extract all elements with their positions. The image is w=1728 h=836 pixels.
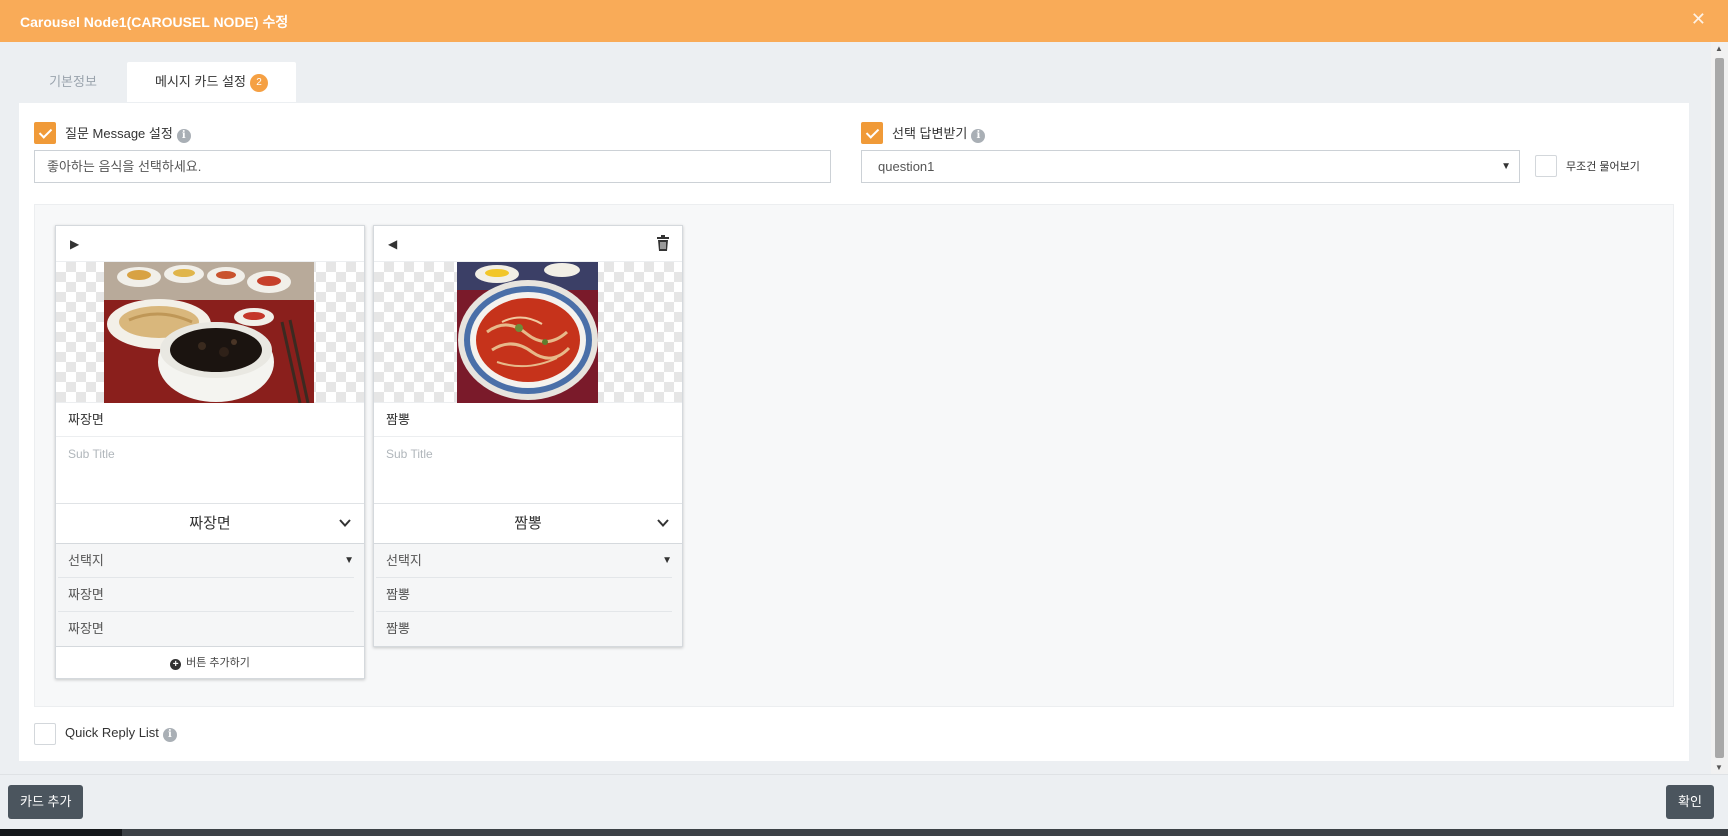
info-icon: i xyxy=(162,728,177,742)
label-text: 선택 답변받기 xyxy=(892,126,968,141)
quick-reply-checkbox[interactable] xyxy=(34,723,56,745)
edit-modal: Carousel Node1(CAROUSEL NODE) 수정 ✕ 기본정보 … xyxy=(0,0,1728,829)
chevron-down-icon xyxy=(657,519,669,527)
card-subtitle-input[interactable]: Sub Title xyxy=(374,437,682,504)
button-header-label: 짜장면 xyxy=(189,515,231,532)
label-text: 질문 Message 설정 xyxy=(65,126,173,141)
background-sidebar xyxy=(0,829,122,836)
button-label-input[interactable]: 짜장면 xyxy=(58,578,354,612)
card-button-list: 선택지 ▼ 짜장면 짜장면 xyxy=(56,544,364,646)
card-button-header[interactable]: 짜장면 xyxy=(56,504,364,544)
card-title[interactable]: 짜장면 xyxy=(56,403,364,437)
row-label: 선택지 xyxy=(68,553,104,568)
card-button-header[interactable]: 짬뽕 xyxy=(374,504,682,544)
scroll-thumb[interactable] xyxy=(1715,58,1724,758)
jjamppong-photo xyxy=(457,262,598,403)
tab-label: 기본정보 xyxy=(49,74,97,89)
input-value: 좋아하는 음식을 선택하세요. xyxy=(47,159,202,174)
button-value-input[interactable]: 짜장면 xyxy=(58,612,354,646)
question-message-checkbox[interactable] xyxy=(34,122,56,144)
move-left-icon[interactable]: ◀ xyxy=(388,237,397,251)
question-message-label: 질문 Message 설정 i xyxy=(65,123,191,143)
choice-answer-label: 선택 답변받기 i xyxy=(892,123,986,143)
button-label-input[interactable]: 짬뽕 xyxy=(376,578,672,612)
card-image-area[interactable] xyxy=(56,262,364,403)
card-subtitle-input[interactable]: Sub Title xyxy=(56,437,364,504)
settings-panel: 질문 Message 설정 i 좋아하는 음식을 선택하세요. 선택 답변받기 i … xyxy=(19,103,1689,761)
vertical-scrollbar[interactable]: ▲ ▼ xyxy=(1711,42,1728,774)
row-label: 선택지 xyxy=(386,553,422,568)
row-label: 짜장면 xyxy=(68,621,104,636)
scroll-down-icon[interactable]: ▼ xyxy=(1715,763,1723,772)
modal-footer xyxy=(0,774,1728,829)
card-title[interactable]: 짬뽕 xyxy=(374,403,682,437)
background-app-strip xyxy=(0,829,1728,836)
confirm-button[interactable]: 확인 xyxy=(1666,785,1714,819)
label-text: Quick Reply List xyxy=(65,725,159,740)
card-header: ◀ xyxy=(374,226,682,262)
trash-icon[interactable] xyxy=(654,234,672,252)
chevron-down-icon xyxy=(339,519,351,527)
button-header-label: 짬뽕 xyxy=(514,515,542,532)
add-button-button[interactable]: + 버튼 추가하기 xyxy=(56,646,364,678)
carousel-card: ◀ 짬뽕 Sub Title 짬뽕 선택지 ▼ 짬뽕 짬뽕 xyxy=(373,225,683,647)
select-value: question1 xyxy=(878,159,935,174)
button-type-select[interactable]: 선택지 ▼ xyxy=(58,544,354,578)
plus-circle-icon: + xyxy=(170,659,182,670)
subtitle-placeholder: Sub Title xyxy=(68,447,115,461)
jjajangmyeon-photo xyxy=(104,262,314,403)
button-type-select[interactable]: 선택지 ▼ xyxy=(376,544,672,578)
modal-titlebar: Carousel Node1(CAROUSEL NODE) 수정 ✕ xyxy=(0,0,1728,42)
question-message-input[interactable]: 좋아하는 음식을 선택하세요. xyxy=(34,150,831,183)
always-ask-label: 무조건 물어보기 xyxy=(1566,161,1640,173)
dropdown-arrow-icon: ▼ xyxy=(344,555,354,566)
add-button-label: 버튼 추가하기 xyxy=(186,657,250,669)
button-value-input[interactable]: 짬뽕 xyxy=(376,612,672,646)
count-badge: 2 xyxy=(249,74,268,92)
tab-message-card-settings[interactable]: 메시지 카드 설정 2 xyxy=(127,62,296,102)
row-label: 짬뽕 xyxy=(386,587,410,602)
close-icon[interactable]: ✕ xyxy=(1691,9,1706,30)
carousel-cards-area: ▶ 짜장면 Sub Title 짜장면 선택지 ▼ 짜장면 짜장면 + 버튼 추… xyxy=(34,204,1674,707)
tab-basic-info[interactable]: 기본정보 xyxy=(18,62,128,102)
card-image-area[interactable] xyxy=(374,262,682,403)
move-right-icon[interactable]: ▶ xyxy=(70,237,79,251)
add-card-button[interactable]: 카드 추가 xyxy=(8,785,84,819)
subtitle-placeholder: Sub Title xyxy=(386,447,433,461)
card-header: ▶ xyxy=(56,226,364,262)
dropdown-arrow-icon: ▼ xyxy=(662,555,672,566)
modal-title: Carousel Node1(CAROUSEL NODE) 수정 xyxy=(20,14,289,30)
choice-answer-checkbox[interactable] xyxy=(861,122,883,144)
info-icon: i xyxy=(971,129,986,143)
choice-answer-select[interactable]: question1 ▼ xyxy=(861,150,1520,183)
quick-reply-label: Quick Reply List i xyxy=(65,725,177,742)
always-ask-checkbox[interactable] xyxy=(1535,155,1557,177)
row-label: 짬뽕 xyxy=(386,621,410,636)
info-icon: i xyxy=(176,129,191,143)
row-label: 짜장면 xyxy=(68,587,104,602)
dropdown-arrow-icon: ▼ xyxy=(1501,161,1511,172)
scroll-up-icon[interactable]: ▲ xyxy=(1715,44,1723,53)
carousel-card: ▶ 짜장면 Sub Title 짜장면 선택지 ▼ 짜장면 짜장면 + 버튼 추… xyxy=(55,225,365,679)
card-button-list: 선택지 ▼ 짬뽕 짬뽕 xyxy=(374,544,682,646)
tab-label: 메시지 카드 설정 xyxy=(155,74,246,89)
